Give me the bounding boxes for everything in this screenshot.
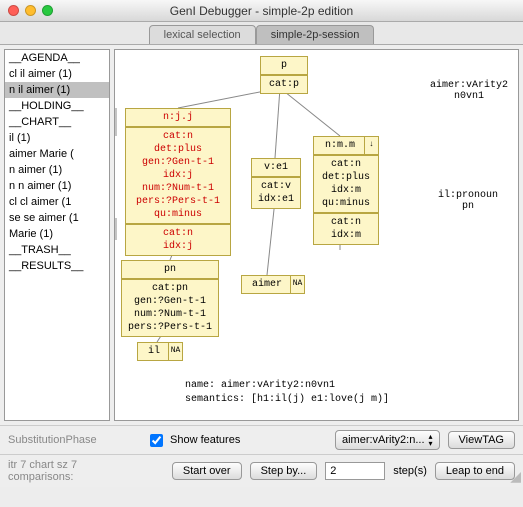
titlebar: GenI Debugger - simple-2p edition — [0, 0, 523, 22]
sidebar-item[interactable]: __HOLDING__ — [5, 98, 109, 114]
sidebar-item[interactable]: n aimer (1) — [5, 162, 109, 178]
step-by-button[interactable]: Step by... — [250, 462, 318, 480]
node-njj[interactable]: n:j.j cat:n det:plus gen:?Gen-t-1 idx:j … — [125, 108, 231, 256]
sidebar-item[interactable]: cl cl aimer (1 — [5, 194, 109, 210]
zoom-icon[interactable] — [42, 5, 53, 16]
sidebar-item[interactable]: __CHART__ — [5, 114, 109, 130]
sidebar-item[interactable]: __RESULTS__ — [5, 258, 109, 274]
sidebar-item[interactable]: n il aimer (1) — [5, 82, 109, 98]
node-aimer[interactable]: aimer NA — [241, 275, 305, 294]
node-p[interactable]: p cat:p — [260, 56, 308, 94]
leap-to-end-button[interactable]: Leap to end — [435, 462, 515, 480]
show-features-input[interactable] — [150, 434, 163, 447]
tree-label-top: aimer:vArity2 n0vn1 — [430, 80, 508, 102]
tree-label-mid: il:pronoun pn — [438, 190, 498, 212]
na-icon: NA — [168, 343, 182, 360]
node-nmm[interactable]: n:m.m ↓ cat:n det:plus idx:m qu:minus ca… — [313, 136, 379, 245]
sidebar-item[interactable]: n n aimer (1) — [5, 178, 109, 194]
tree-name: name: aimer:vArity2:n0vn1 — [185, 380, 335, 391]
node-il[interactable]: il NA — [137, 342, 183, 361]
step-count-input[interactable] — [325, 462, 385, 480]
main-area: __AGENDA__cl il aimer (1)n il aimer (1)_… — [0, 45, 523, 425]
sidebar[interactable]: __AGENDA__cl il aimer (1)n il aimer (1)_… — [4, 49, 110, 421]
show-features-checkbox[interactable]: Show features — [146, 431, 240, 450]
tabbar: lexical selection simple-2p-session — [0, 22, 523, 45]
sidebar-item[interactable]: cl il aimer (1) — [5, 66, 109, 82]
popup-arrows-icon: ▴▾ — [429, 433, 433, 447]
options-row: SubstitutionPhase Show features aimer:vA… — [0, 425, 523, 454]
sidebar-item[interactable]: se se aimer (1 — [5, 210, 109, 226]
tree-canvas[interactable]: p cat:p n:j.j cat:n det:plus gen:?Gen-t-… — [114, 49, 519, 421]
view-tag-button[interactable]: ViewTAG — [448, 431, 515, 449]
minimize-icon[interactable] — [25, 5, 36, 16]
node-pn[interactable]: pn cat:pn gen:?Gen-t-1 num:?Num-t-1 pers… — [121, 260, 219, 337]
subst-arrow-icon: ↓ — [364, 137, 378, 154]
control-row: itr 7 chart sz 7 comparisons: Start over… — [0, 454, 523, 487]
tab-session[interactable]: simple-2p-session — [256, 25, 375, 44]
window-title: GenI Debugger - simple-2p edition — [0, 4, 523, 18]
na-icon: NA — [290, 276, 304, 293]
sidebar-item[interactable]: aimer Marie ( — [5, 146, 109, 162]
node-vel[interactable]: v:e1 cat:v idx:e1 — [251, 158, 301, 209]
sidebar-item[interactable]: __AGENDA__ — [5, 50, 109, 66]
steps-label: step(s) — [393, 465, 427, 477]
phase-status: SubstitutionPhase — [8, 434, 138, 446]
start-over-button[interactable]: Start over — [172, 462, 242, 480]
tree-semantics: semantics: [h1:il(j) e1:love(j m)] — [185, 394, 389, 405]
sidebar-item[interactable]: Marie (1) — [5, 226, 109, 242]
iter-status: itr 7 chart sz 7 comparisons: — [8, 459, 138, 483]
sidebar-item[interactable]: __TRASH__ — [5, 242, 109, 258]
tree-select[interactable]: aimer:vArity2:n... ▴▾ — [335, 430, 440, 450]
close-icon[interactable] — [8, 5, 19, 16]
sidebar-item[interactable]: il (1) — [5, 130, 109, 146]
tab-lexical[interactable]: lexical selection — [149, 25, 256, 44]
